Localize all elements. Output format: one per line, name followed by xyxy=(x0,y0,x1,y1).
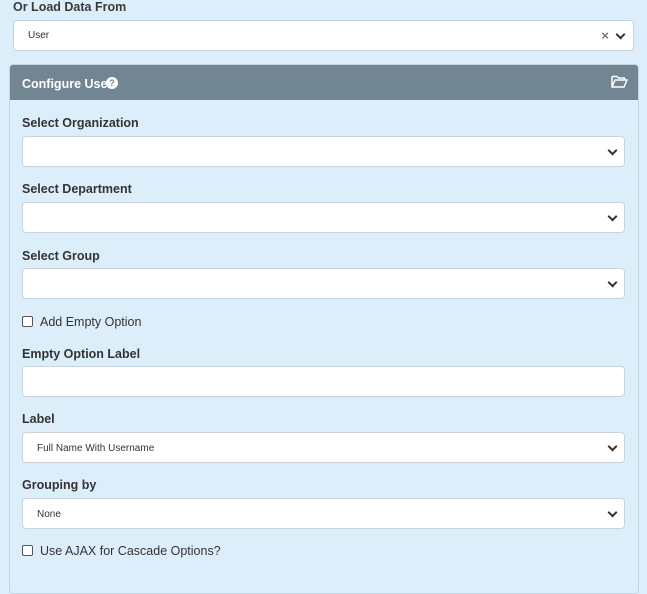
add-empty-option-row[interactable]: Add Empty Option xyxy=(22,314,222,330)
folder-open-icon[interactable] xyxy=(611,75,628,88)
chevron-down-icon[interactable] xyxy=(607,507,618,518)
select-organization-label: Select Organization xyxy=(22,116,139,130)
empty-option-label-label: Empty Option Label xyxy=(22,347,141,361)
use-ajax-label[interactable]: Use AJAX for Cascade Options? xyxy=(40,544,221,558)
panel-title: Configure User xyxy=(22,77,113,91)
select-department-label: Select Department xyxy=(22,182,132,196)
chevron-down-icon[interactable] xyxy=(607,277,618,288)
add-empty-option-label[interactable]: Add Empty Option xyxy=(40,315,141,329)
grouping-by-dropdown[interactable]: None xyxy=(22,498,625,529)
grouping-by-value: None xyxy=(37,509,61,520)
use-ajax-checkbox[interactable] xyxy=(22,545,33,556)
empty-option-label-input[interactable] xyxy=(22,366,625,397)
clear-selection-icon[interactable]: × xyxy=(601,28,609,43)
chevron-down-icon[interactable] xyxy=(607,211,618,222)
load-data-from-label: Or Load Data From xyxy=(13,0,127,14)
use-ajax-row[interactable]: Use AJAX for Cascade Options? xyxy=(22,543,262,559)
question-circle-icon[interactable]: ? xyxy=(106,77,118,89)
load-data-source-select[interactable]: User × xyxy=(13,20,634,51)
select-group-dropdown[interactable] xyxy=(22,268,625,299)
chevron-down-icon[interactable] xyxy=(615,29,626,40)
load-data-source-value: User xyxy=(28,30,50,41)
chevron-down-icon[interactable] xyxy=(607,441,618,452)
select-group-label: Select Group xyxy=(22,249,100,263)
select-organization-dropdown[interactable] xyxy=(22,136,625,167)
chevron-down-icon[interactable] xyxy=(607,145,618,156)
panel-header: Configure User ? xyxy=(10,65,638,100)
label-dropdown-value: Full Name With Username xyxy=(37,443,155,454)
select-department-dropdown[interactable] xyxy=(22,202,625,233)
label-field-label: Label xyxy=(22,412,55,426)
label-dropdown[interactable]: Full Name With Username xyxy=(22,432,625,463)
grouping-by-label: Grouping by xyxy=(22,478,97,492)
add-empty-option-checkbox[interactable] xyxy=(22,316,33,327)
